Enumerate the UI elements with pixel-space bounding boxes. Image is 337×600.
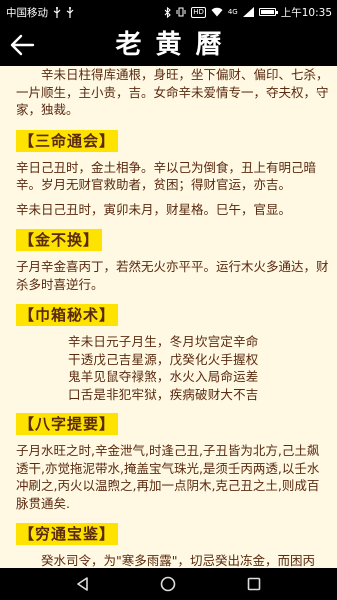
status-left: 中国移动 — [6, 5, 74, 20]
section-title: 【三命通会】 — [16, 129, 119, 152]
section-bazi: 【八字提要】 子月水旺之时,辛金泄气,时逢己丑,子丑皆为北方,己土飙透干,亦觉拖… — [16, 409, 329, 512]
section-title: 【八字提要】 — [16, 413, 119, 435]
section-title: 【穷通宝鉴】 — [16, 523, 119, 545]
carrier-label: 中国移动 — [6, 6, 48, 19]
section-verse: 辛未日元子月生，冬月坎宫定辛命 干透戊己吉星源，戊癸化火手握权 鬼羊见鼠夺禄煞，… — [68, 334, 259, 402]
section-jinbuhuan: 【金不换】 子月辛金喜丙丁，若然无火亦平平。运行木火多通达，财杀多时喜逆行。 — [16, 225, 329, 293]
usb-icon — [53, 6, 61, 18]
network-4g-label: 4G — [227, 7, 238, 16]
content-scroll-area[interactable]: 辛未日柱得库通根，身旺，坐下偏财、偏印、七杀，一片顺生，主小贵，吉。女命辛未爱情… — [0, 66, 337, 568]
section-qiongtong: 【穷通宝鉴】 癸水司令，为"寒多雨露"，切忌癸出冻金，而困丙火。壬丙两透，不见戊… — [16, 519, 329, 568]
section-title: 【巾箱秘术】 — [16, 304, 119, 326]
section-title: 【金不换】 — [16, 229, 103, 251]
battery-level — [260, 10, 274, 14]
section-sanming: 【三命通会】 辛日己丑时，金土相争。辛以己为倒食，丑上有明己暗辛。岁月无财官救助… — [16, 126, 329, 219]
vibrate-icon — [176, 7, 186, 17]
nav-recents-button[interactable] — [239, 569, 269, 599]
intro-paragraph: 辛未日柱得库通根，身旺，坐下偏财、偏印、七杀，一片顺生，主小贵，吉。女命辛未爱情… — [16, 67, 329, 117]
section-paragraph: 子月水旺之时,辛金泄气,时逢己丑,子丑皆为北方,己土飙透干,亦觉拖泥带水,掩盖宝… — [16, 443, 320, 511]
section-jinxiang: 【巾箱秘术】 辛未日元子月生，冬月坎宫定辛命 干透戊己吉星源，戊癸化火手握权 鬼… — [16, 300, 329, 403]
app-header: 老黄曆 — [0, 24, 337, 66]
section-paragraph: 癸水司令，为"寒多雨露"，切忌癸出冻金，而困丙火。壬丙两透，不见戊癸，衣锦腰金。… — [41, 553, 316, 568]
hd-badge: HD — [191, 6, 206, 18]
usb-debug-icon — [66, 6, 74, 18]
page-title: 老黄曆 — [115, 30, 236, 60]
bluetooth-icon — [164, 6, 172, 18]
home-circle-icon — [161, 576, 176, 592]
nav-home-button[interactable] — [153, 569, 183, 599]
nav-back-button[interactable] — [68, 569, 98, 599]
section-paragraph: 子月辛金喜丙丁，若然无火亦平平。运行木火多通达，财杀多时喜逆行。 — [16, 259, 329, 292]
section-paragraph: 辛日己丑时，金土相争。辛以己为倒食，丑上有明己暗辛。岁月无财官救助者，贫困；得财… — [16, 159, 317, 193]
status-bar: 中国移动 HD 4G 上午10:35 — [0, 0, 337, 24]
clock-label: 上午10:35 — [280, 6, 332, 19]
signal-icon — [242, 7, 254, 17]
wifi-icon — [211, 7, 223, 17]
section-paragraph: 辛未日己丑时，寅卯未月，财星格。巳午，官显。 — [16, 201, 292, 217]
back-triangle-icon — [77, 577, 88, 591]
battery-icon — [258, 8, 278, 16]
status-right: HD 4G 上午10:35 — [164, 5, 332, 20]
recents-square-icon — [247, 577, 261, 591]
system-nav-bar — [0, 568, 337, 600]
